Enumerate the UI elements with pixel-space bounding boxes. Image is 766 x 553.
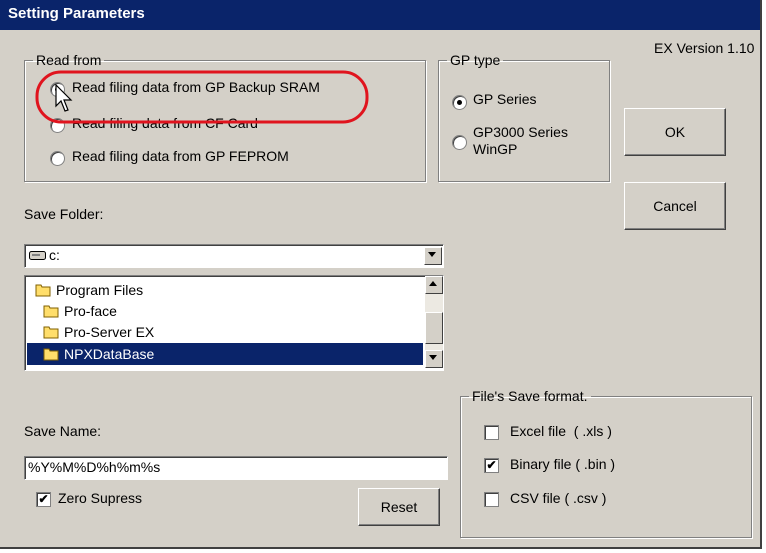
zero-supress-checkbox[interactable]: ✔ bbox=[36, 492, 51, 507]
folder-item-program-files[interactable]: Program Files bbox=[27, 279, 143, 301]
csv-file-checkbox[interactable] bbox=[484, 492, 499, 507]
drive-dropdown-button[interactable] bbox=[424, 247, 442, 265]
highlight-annotation bbox=[35, 70, 369, 124]
save-format-legend: File's Save format. bbox=[472, 388, 588, 404]
scroll-thumb[interactable] bbox=[425, 312, 443, 344]
chevron-up-icon bbox=[429, 281, 437, 286]
chevron-down-icon bbox=[429, 355, 437, 360]
version-label: EX Version 1.10 bbox=[654, 40, 755, 56]
folder-item-label: Program Files bbox=[56, 282, 144, 298]
folder-item-pro-server-ex[interactable]: Pro-Server EX bbox=[27, 321, 154, 343]
ok-button[interactable]: OK bbox=[624, 108, 726, 156]
excel-file-checkbox[interactable] bbox=[484, 425, 499, 440]
chevron-down-icon bbox=[428, 252, 436, 257]
gp-type-group: GP type bbox=[438, 52, 610, 182]
save-folder-label: Save Folder: bbox=[24, 206, 104, 222]
folder-item-label: Pro-Server EX bbox=[64, 324, 155, 340]
folder-list[interactable]: Program Files Pro-face Pro-Server EX NPX… bbox=[24, 275, 444, 371]
gp3000-series-text: GP3000 Series bbox=[473, 124, 568, 140]
scroll-down-button[interactable] bbox=[425, 350, 443, 368]
gp-type-legend: GP type bbox=[450, 52, 501, 68]
mouse-cursor-icon bbox=[55, 84, 73, 112]
save-name-value: %Y%M%D%h%m%s bbox=[28, 459, 161, 475]
read-feprom-radio[interactable] bbox=[50, 151, 65, 166]
folder-open-icon bbox=[43, 326, 59, 339]
folder-item-pro-face[interactable]: Pro-face bbox=[27, 300, 117, 322]
drive-value: c: bbox=[49, 247, 60, 263]
folder-open-icon bbox=[43, 305, 59, 318]
binary-file-checkbox[interactable]: ✔ bbox=[484, 458, 499, 473]
folder-item-label: NPXDataBase bbox=[64, 346, 155, 362]
gp3000-series-radio[interactable] bbox=[452, 135, 467, 150]
folder-item-label: Pro-face bbox=[64, 303, 117, 319]
binary-file-label[interactable]: Binary file ( .bin ) bbox=[510, 456, 615, 472]
scroll-up-button[interactable] bbox=[425, 276, 443, 294]
zero-supress-label[interactable]: Zero Supress bbox=[58, 490, 142, 506]
cancel-button[interactable]: Cancel bbox=[624, 182, 726, 230]
setting-parameters-dialog: Setting Parameters EX Version 1.10 Read … bbox=[0, 0, 762, 549]
folder-list-scrollbar[interactable] bbox=[425, 276, 443, 368]
save-name-label: Save Name: bbox=[24, 423, 102, 439]
csv-file-label[interactable]: CSV file ( .csv ) bbox=[510, 490, 606, 506]
gp-series-radio[interactable] bbox=[452, 95, 467, 110]
excel-file-label[interactable]: Excel file ( .xls ) bbox=[510, 423, 612, 439]
folder-open-icon bbox=[43, 348, 59, 361]
drive-select[interactable]: c: bbox=[24, 244, 444, 268]
read-feprom-label[interactable]: Read filing data from GP FEPROM bbox=[72, 148, 289, 164]
dialog-title: Setting Parameters bbox=[8, 5, 145, 22]
folder-open-icon bbox=[35, 284, 51, 297]
wingp-text: WinGP bbox=[473, 141, 518, 157]
gp-series-label[interactable]: GP Series bbox=[473, 91, 537, 107]
save-name-input[interactable]: %Y%M%D%h%m%s bbox=[24, 456, 448, 480]
drive-icon bbox=[29, 251, 46, 260]
title-bar: Setting Parameters bbox=[0, 0, 760, 30]
gp3000-series-label[interactable]: GP3000 Series WinGP bbox=[473, 124, 568, 158]
reset-button[interactable]: Reset bbox=[358, 488, 440, 526]
folder-item-npxdatabase[interactable]: NPXDataBase bbox=[27, 343, 423, 365]
